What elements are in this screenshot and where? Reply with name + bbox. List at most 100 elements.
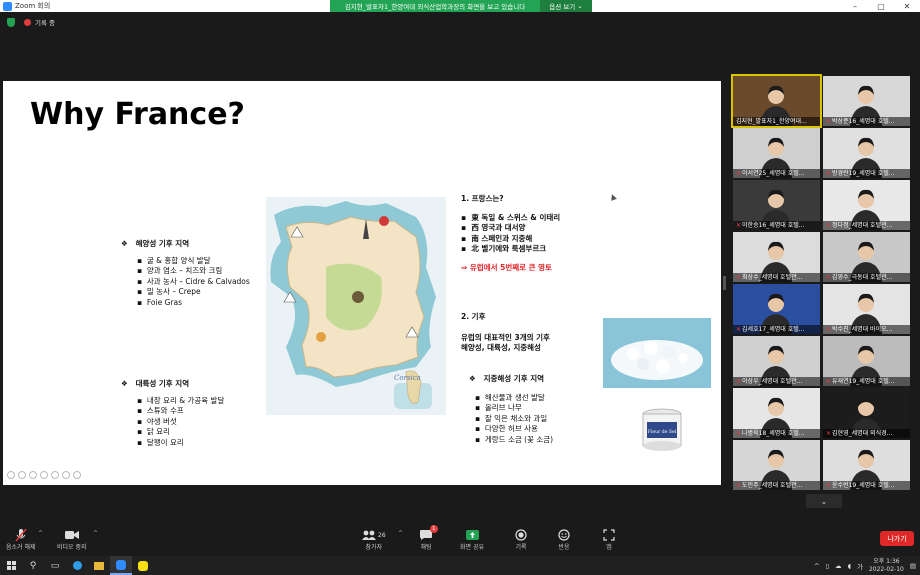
participant-tile[interactable]: ✕최상수_세명대 호텔관... bbox=[733, 232, 820, 282]
kakaotalk-icon[interactable] bbox=[132, 556, 154, 575]
participants-icon: 26 bbox=[362, 528, 386, 542]
view-options-button[interactable]: 옵션 보기 ⌄ bbox=[540, 0, 592, 12]
chevron-down-icon: ⌄ bbox=[577, 2, 583, 10]
participant-tile[interactable]: 김지현_발표자1_한양여대... bbox=[731, 74, 822, 128]
tool-icon[interactable] bbox=[62, 471, 70, 479]
close-icon[interactable]: ✕ bbox=[894, 0, 920, 12]
climate-section: 2. 기후 유럽의 대표적인 3개의 기후 해양성, 대륙성, 지중해성 bbox=[461, 312, 550, 354]
list-item: ▪ 南 스페인과 지중해 bbox=[461, 233, 533, 243]
chevron-up-icon[interactable]: ^ bbox=[93, 530, 98, 537]
list-item: ▪ 밀 농사 – Crepe bbox=[137, 287, 201, 297]
participant-tile[interactable]: ✕도민주_세명대 호텔관... bbox=[733, 440, 820, 490]
shared-slide: Why France? ❖ 해양성 기후 지역 ▪ 굴 & 홍합 양식 발달 ▪… bbox=[3, 81, 721, 485]
cloud-icon[interactable]: ☁ bbox=[835, 562, 842, 570]
tool-icon[interactable] bbox=[51, 471, 59, 479]
participant-tile[interactable]: ✕유재연19_세명대 호텔... bbox=[823, 336, 910, 386]
windows-start-icon[interactable] bbox=[0, 556, 22, 575]
participant-tile[interactable]: ✕나병욱18_세명대 호텔... bbox=[733, 388, 820, 438]
meeting-info-strip: 기록 중 bbox=[0, 12, 920, 32]
gallery-scroll-down-button[interactable]: ⌄ bbox=[806, 494, 842, 508]
taskbar-clock[interactable]: 오후 1:36 2022-02-10 bbox=[869, 558, 904, 573]
window-title: Zoom 회의 bbox=[15, 2, 51, 10]
chevron-up-icon[interactable]: ^ bbox=[398, 530, 403, 537]
oceanic-section: ❖ 해양성 기후 지역 ▪ 굴 & 홍합 양식 발달 ▪ 양과 염소 – 치즈와… bbox=[121, 239, 250, 309]
list-item: ▪ 양과 염소 – 치즈와 크림 bbox=[137, 266, 223, 276]
shield-icon[interactable] bbox=[7, 17, 15, 27]
section-heading: 해양성 기후 지역 bbox=[135, 239, 190, 248]
tool-icon[interactable] bbox=[7, 471, 15, 479]
mic-muted-icon: ✕ bbox=[736, 482, 742, 489]
participant-tile[interactable]: ✕정다정_세명대 호텔관... bbox=[823, 180, 910, 230]
mic-muted-icon: ✕ bbox=[736, 274, 742, 281]
participants-button[interactable]: 26 참가자 bbox=[362, 528, 386, 551]
apps-button[interactable]: 앱 bbox=[603, 528, 615, 551]
climate-desc-2: 해양성, 대륙성, 지중해성 bbox=[461, 343, 541, 353]
list-item: ▪ 스튜와 수프 bbox=[137, 406, 184, 416]
list-item: ▪ Foie Gras bbox=[137, 297, 182, 307]
record-button[interactable]: 기록 bbox=[515, 528, 527, 551]
list-item: ▪ 다양한 허브 사용 bbox=[475, 424, 538, 434]
tool-icon[interactable] bbox=[29, 471, 37, 479]
clock-date: 2022-02-10 bbox=[868, 565, 904, 573]
participant-tile[interactable]: ✕박수진_세명대 바이오... bbox=[823, 284, 910, 334]
tool-icon[interactable] bbox=[73, 471, 81, 479]
france-map-illustration: Corsica bbox=[266, 197, 446, 415]
mic-muted-icon: ✕ bbox=[736, 222, 742, 229]
participant-tile[interactable]: ✕김현영_세명대 외식경... bbox=[823, 388, 910, 438]
section-heading: 지중해성 기후 지역 bbox=[483, 374, 544, 383]
mouse-cursor-icon bbox=[609, 193, 617, 201]
list-item: ▪ 해산물과 생선 발달 bbox=[475, 392, 545, 402]
participant-tile[interactable]: ✕이한승16_세명대 호텔... bbox=[733, 180, 820, 230]
mediterranean-section: ❖ 지중해성 기후 지역 ▪ 해산물과 생선 발달 ▪ 올리브 나무 ▪ 잘 익… bbox=[469, 374, 553, 446]
screen-share-banner: 김지현_발표자1_한양여대 외식산업학과장의 화면을 보고 있습니다 bbox=[330, 0, 540, 12]
participant-name: ✕박상준16_세명대 호텔... bbox=[823, 117, 910, 126]
mic-muted-icon: ✕ bbox=[826, 222, 832, 229]
participant-name: 김지현_발표자1_한양여대... bbox=[733, 117, 820, 126]
participant-tile[interactable]: ✕김세호17_세명대 호텔... bbox=[733, 284, 820, 334]
participant-tile[interactable]: ✕방경란19_세명대 호텔... bbox=[823, 128, 910, 178]
share-screen-button[interactable]: 화면 공유 bbox=[460, 528, 484, 551]
search-icon[interactable]: ⚲ bbox=[22, 556, 44, 575]
slide-annotation-tools bbox=[7, 471, 81, 479]
list-item: ▪ 사과 농사 – Cidre & Calvados bbox=[137, 276, 250, 286]
participant-tile[interactable]: ✕이서연25_세명대 호텔... bbox=[733, 128, 820, 178]
edge-browser-icon[interactable] bbox=[66, 556, 88, 575]
participant-name: ✕최상수_세명대 호텔관... bbox=[733, 273, 820, 282]
minimize-icon[interactable]: – bbox=[842, 0, 868, 12]
stop-video-button[interactable]: 비디오 중지 bbox=[57, 528, 87, 551]
chevron-up-icon[interactable]: ^ bbox=[814, 562, 819, 570]
participant-tile[interactable]: ✕윤수빈19_세명대 호텔... bbox=[823, 440, 910, 490]
view-options-label: 옵션 보기 bbox=[549, 3, 576, 11]
participant-tile[interactable]: ✕이상우_세명대 호텔관... bbox=[733, 336, 820, 386]
notification-icon[interactable]: ▤ bbox=[910, 562, 916, 570]
tool-icon[interactable] bbox=[40, 471, 48, 479]
mic-muted-icon: ✕ bbox=[736, 170, 742, 177]
list-item: ▪ 東 독일 & 스위스 & 이태리 bbox=[461, 212, 561, 222]
tool-icon[interactable] bbox=[18, 471, 26, 479]
reactions-button[interactable]: 반응 bbox=[558, 528, 570, 551]
chevron-up-icon[interactable]: ^ bbox=[38, 530, 43, 537]
mic-muted-icon: ✕ bbox=[826, 170, 832, 177]
unmute-button[interactable]: 음소거 해제 bbox=[6, 528, 36, 551]
ime-indicator[interactable]: 가 bbox=[857, 561, 863, 571]
task-view-icon[interactable]: ▭ bbox=[44, 556, 66, 575]
recording-icon[interactable] bbox=[24, 18, 31, 26]
participant-tile[interactable]: ✕박상준16_세명대 호텔... bbox=[823, 76, 910, 126]
chevron-down-icon: ⌄ bbox=[820, 496, 828, 506]
mic-muted-icon: ✕ bbox=[736, 326, 742, 333]
mic-muted-icon: ✕ bbox=[826, 118, 832, 125]
mic-muted-icon: ✕ bbox=[826, 482, 832, 489]
chat-button[interactable]: 1 채팅 bbox=[420, 525, 438, 551]
volume-icon[interactable]: ◖ bbox=[848, 562, 851, 570]
list-item: ▪ 西 영국과 대서양 bbox=[461, 223, 526, 233]
zoom-taskbar-icon[interactable] bbox=[110, 556, 132, 575]
maximize-icon[interactable]: ▢ bbox=[868, 0, 894, 12]
leave-button[interactable]: 나가기 bbox=[880, 531, 914, 546]
climate-desc-1: 유럽의 대표적인 3개의 기후 bbox=[461, 332, 550, 342]
jar-label: Fleur de Sel bbox=[648, 429, 677, 435]
network-icon[interactable]: ▯ bbox=[825, 562, 829, 570]
participant-tile[interactable]: ✕김영수_극동대 호텔관... bbox=[823, 232, 910, 282]
section-heading: 2. 기후 bbox=[461, 312, 486, 321]
file-explorer-icon[interactable] bbox=[88, 556, 110, 575]
splitter-handle[interactable] bbox=[723, 276, 726, 290]
